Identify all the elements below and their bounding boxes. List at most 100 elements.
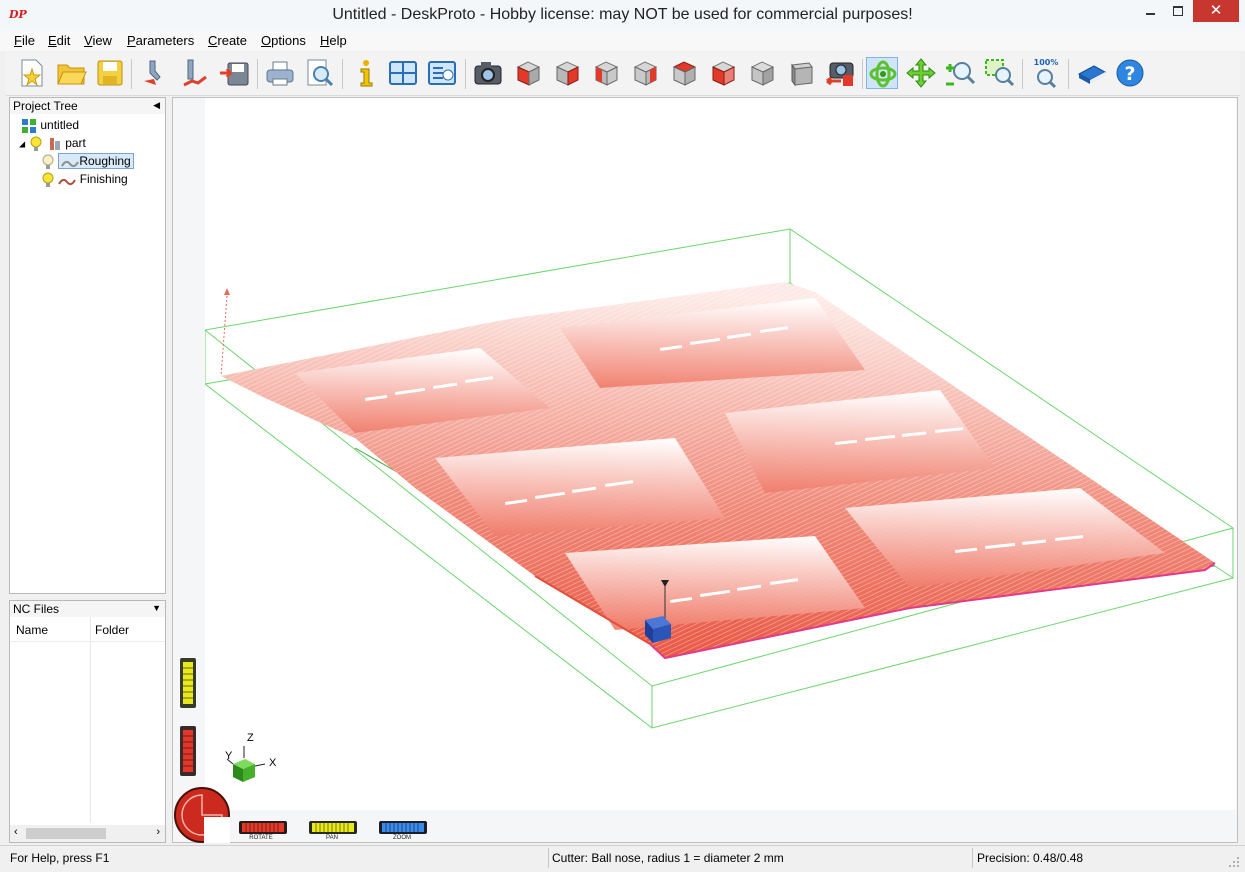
- collapse-arrow-icon[interactable]: ◀: [153, 100, 160, 111]
- expand-arrow-icon[interactable]: ◢: [19, 140, 25, 149]
- rotate-slider[interactable]: [180, 726, 196, 776]
- menu-options[interactable]: Options: [261, 33, 306, 48]
- axis-gizmo: Z Y X: [225, 732, 277, 782]
- view-right-icon[interactable]: [629, 57, 661, 89]
- zoom-window-icon[interactable]: [983, 57, 1015, 89]
- toolbar-separator: [257, 59, 258, 89]
- axis-y-label: Y: [225, 750, 233, 762]
- manual-book-icon[interactable]: [1076, 57, 1108, 89]
- toolbar-separator: [1022, 59, 1023, 89]
- menu-view[interactable]: View: [84, 33, 112, 48]
- camera-icon[interactable]: [472, 57, 504, 89]
- toolpath-icon: [58, 178, 77, 186]
- view-front-icon[interactable]: [512, 57, 544, 89]
- toolbar-separator: [465, 59, 466, 89]
- view-iso-icon[interactable]: [746, 57, 778, 89]
- status-bar: For Help, press F1 Cutter: Ball nose, ra…: [0, 845, 1245, 872]
- view-shaded-icon[interactable]: [785, 57, 817, 89]
- project-tree-header: Project Tree ◀: [9, 97, 166, 115]
- menu-help[interactable]: Help: [320, 33, 347, 48]
- zoom-mode-indicator[interactable]: [378, 820, 428, 835]
- menu-bar: File Edit View Parameters Create Options…: [0, 31, 1245, 51]
- nc-files-list: Name Folder ‹ ›: [9, 617, 166, 843]
- import-geometry-icon[interactable]: [140, 57, 172, 89]
- nc-files-header: NC Files ▼: [9, 600, 166, 618]
- column-folder[interactable]: Folder: [95, 623, 129, 637]
- status-help-text: For Help, press F1: [10, 851, 110, 865]
- axis-z-label: Z: [247, 732, 254, 744]
- 3d-viewport[interactable]: Z Y X: [203, 98, 1236, 810]
- toolbar: 100% ?: [6, 53, 1240, 96]
- title-bar: DP Untitled - DeskProto - Hobby license:…: [0, 0, 1245, 32]
- menu-parameters[interactable]: Parameters: [127, 33, 194, 48]
- view-top-icon[interactable]: [668, 57, 700, 89]
- scrollbar-thumb[interactable]: [26, 828, 106, 839]
- tree-item-roughing[interactable]: Roughing: [41, 153, 134, 170]
- column-divider: [90, 617, 91, 823]
- split-view-icon[interactable]: [387, 57, 419, 89]
- tree-item-part[interactable]: ◢ part: [19, 136, 86, 152]
- close-icon: ✕: [1209, 1, 1223, 19]
- info-icon[interactable]: [349, 57, 381, 89]
- view-list-icon[interactable]: [426, 57, 458, 89]
- horizontal-scrollbar[interactable]: ‹ ›: [10, 825, 165, 842]
- zoom-mode-label: ZOOM: [393, 835, 411, 841]
- rotate-dial[interactable]: [174, 787, 230, 843]
- part-icon: [49, 138, 60, 150]
- camera-reset-icon[interactable]: [824, 57, 856, 89]
- pan-mode-indicator[interactable]: [308, 820, 358, 835]
- view-sliders: [180, 658, 196, 776]
- scroll-right-icon[interactable]: ›: [156, 826, 160, 838]
- menu-edit[interactable]: Edit: [48, 33, 70, 48]
- add-toolpath-icon[interactable]: [178, 57, 210, 89]
- menu-file[interactable]: File: [14, 33, 35, 48]
- project-tree-title: Project Tree: [13, 99, 78, 113]
- rotate-icon[interactable]: [866, 57, 898, 89]
- open-folder-icon[interactable]: [55, 57, 87, 89]
- part-body: [221, 282, 1216, 660]
- scroll-left-icon[interactable]: ‹: [14, 826, 18, 838]
- rotate-mode-indicator[interactable]: [238, 820, 288, 835]
- resize-grip-icon[interactable]: [1228, 856, 1240, 868]
- tree-item-untitled[interactable]: untitled: [21, 118, 79, 134]
- toolpath-render: Z Y X: [203, 228, 1235, 782]
- status-cutter-text: Cutter: Ball nose, radius 1 = diameter 2…: [552, 851, 784, 865]
- save-nc-icon[interactable]: [218, 57, 250, 89]
- rotate-mode-label: ROTATE: [249, 835, 273, 841]
- pan-icon[interactable]: [905, 57, 937, 89]
- lightbulb-icon[interactable]: [41, 154, 55, 170]
- save-icon[interactable]: [94, 57, 126, 89]
- svg-text:?: ?: [1124, 63, 1135, 85]
- pan-slider[interactable]: [180, 658, 196, 708]
- print-icon[interactable]: [264, 57, 296, 89]
- tree-item-finishing[interactable]: Finishing: [41, 172, 128, 188]
- help-icon[interactable]: ?: [1114, 57, 1146, 89]
- print-preview-icon[interactable]: [303, 57, 335, 89]
- project-tree: untitled ◢ part Roughing Finishing: [9, 114, 166, 594]
- toolpath-icon: [61, 160, 80, 168]
- header-divider: [10, 641, 165, 642]
- zoom-100-icon[interactable]: 100%: [1030, 57, 1062, 89]
- view-back-icon[interactable]: [551, 57, 583, 89]
- window-title: Untitled - DeskProto - Hobby license: ma…: [332, 6, 913, 23]
- project-icon: [22, 119, 36, 133]
- maximize-button[interactable]: [1165, 0, 1192, 22]
- column-name[interactable]: Name: [16, 623, 48, 637]
- new-project-icon[interactable]: [16, 57, 48, 89]
- toolbar-separator: [1068, 59, 1069, 89]
- toolbar-separator: [131, 59, 132, 89]
- zoom-icon[interactable]: [944, 57, 976, 89]
- minimize-button[interactable]: [1137, 0, 1164, 22]
- toolbar-separator: [342, 59, 343, 89]
- view-bottom-icon[interactable]: [707, 57, 739, 89]
- nc-files-title: NC Files: [13, 602, 60, 616]
- menu-create[interactable]: Create: [208, 33, 247, 48]
- status-separator: [972, 848, 973, 868]
- close-button[interactable]: ✕: [1193, 0, 1239, 22]
- lightbulb-icon[interactable]: [29, 136, 43, 152]
- dropdown-arrow-icon[interactable]: ▼: [152, 603, 161, 613]
- lightbulb-icon[interactable]: [41, 172, 55, 188]
- axis-x-label: X: [269, 757, 277, 769]
- svg-text:100%: 100%: [1034, 58, 1059, 67]
- view-left-icon[interactable]: [590, 57, 622, 89]
